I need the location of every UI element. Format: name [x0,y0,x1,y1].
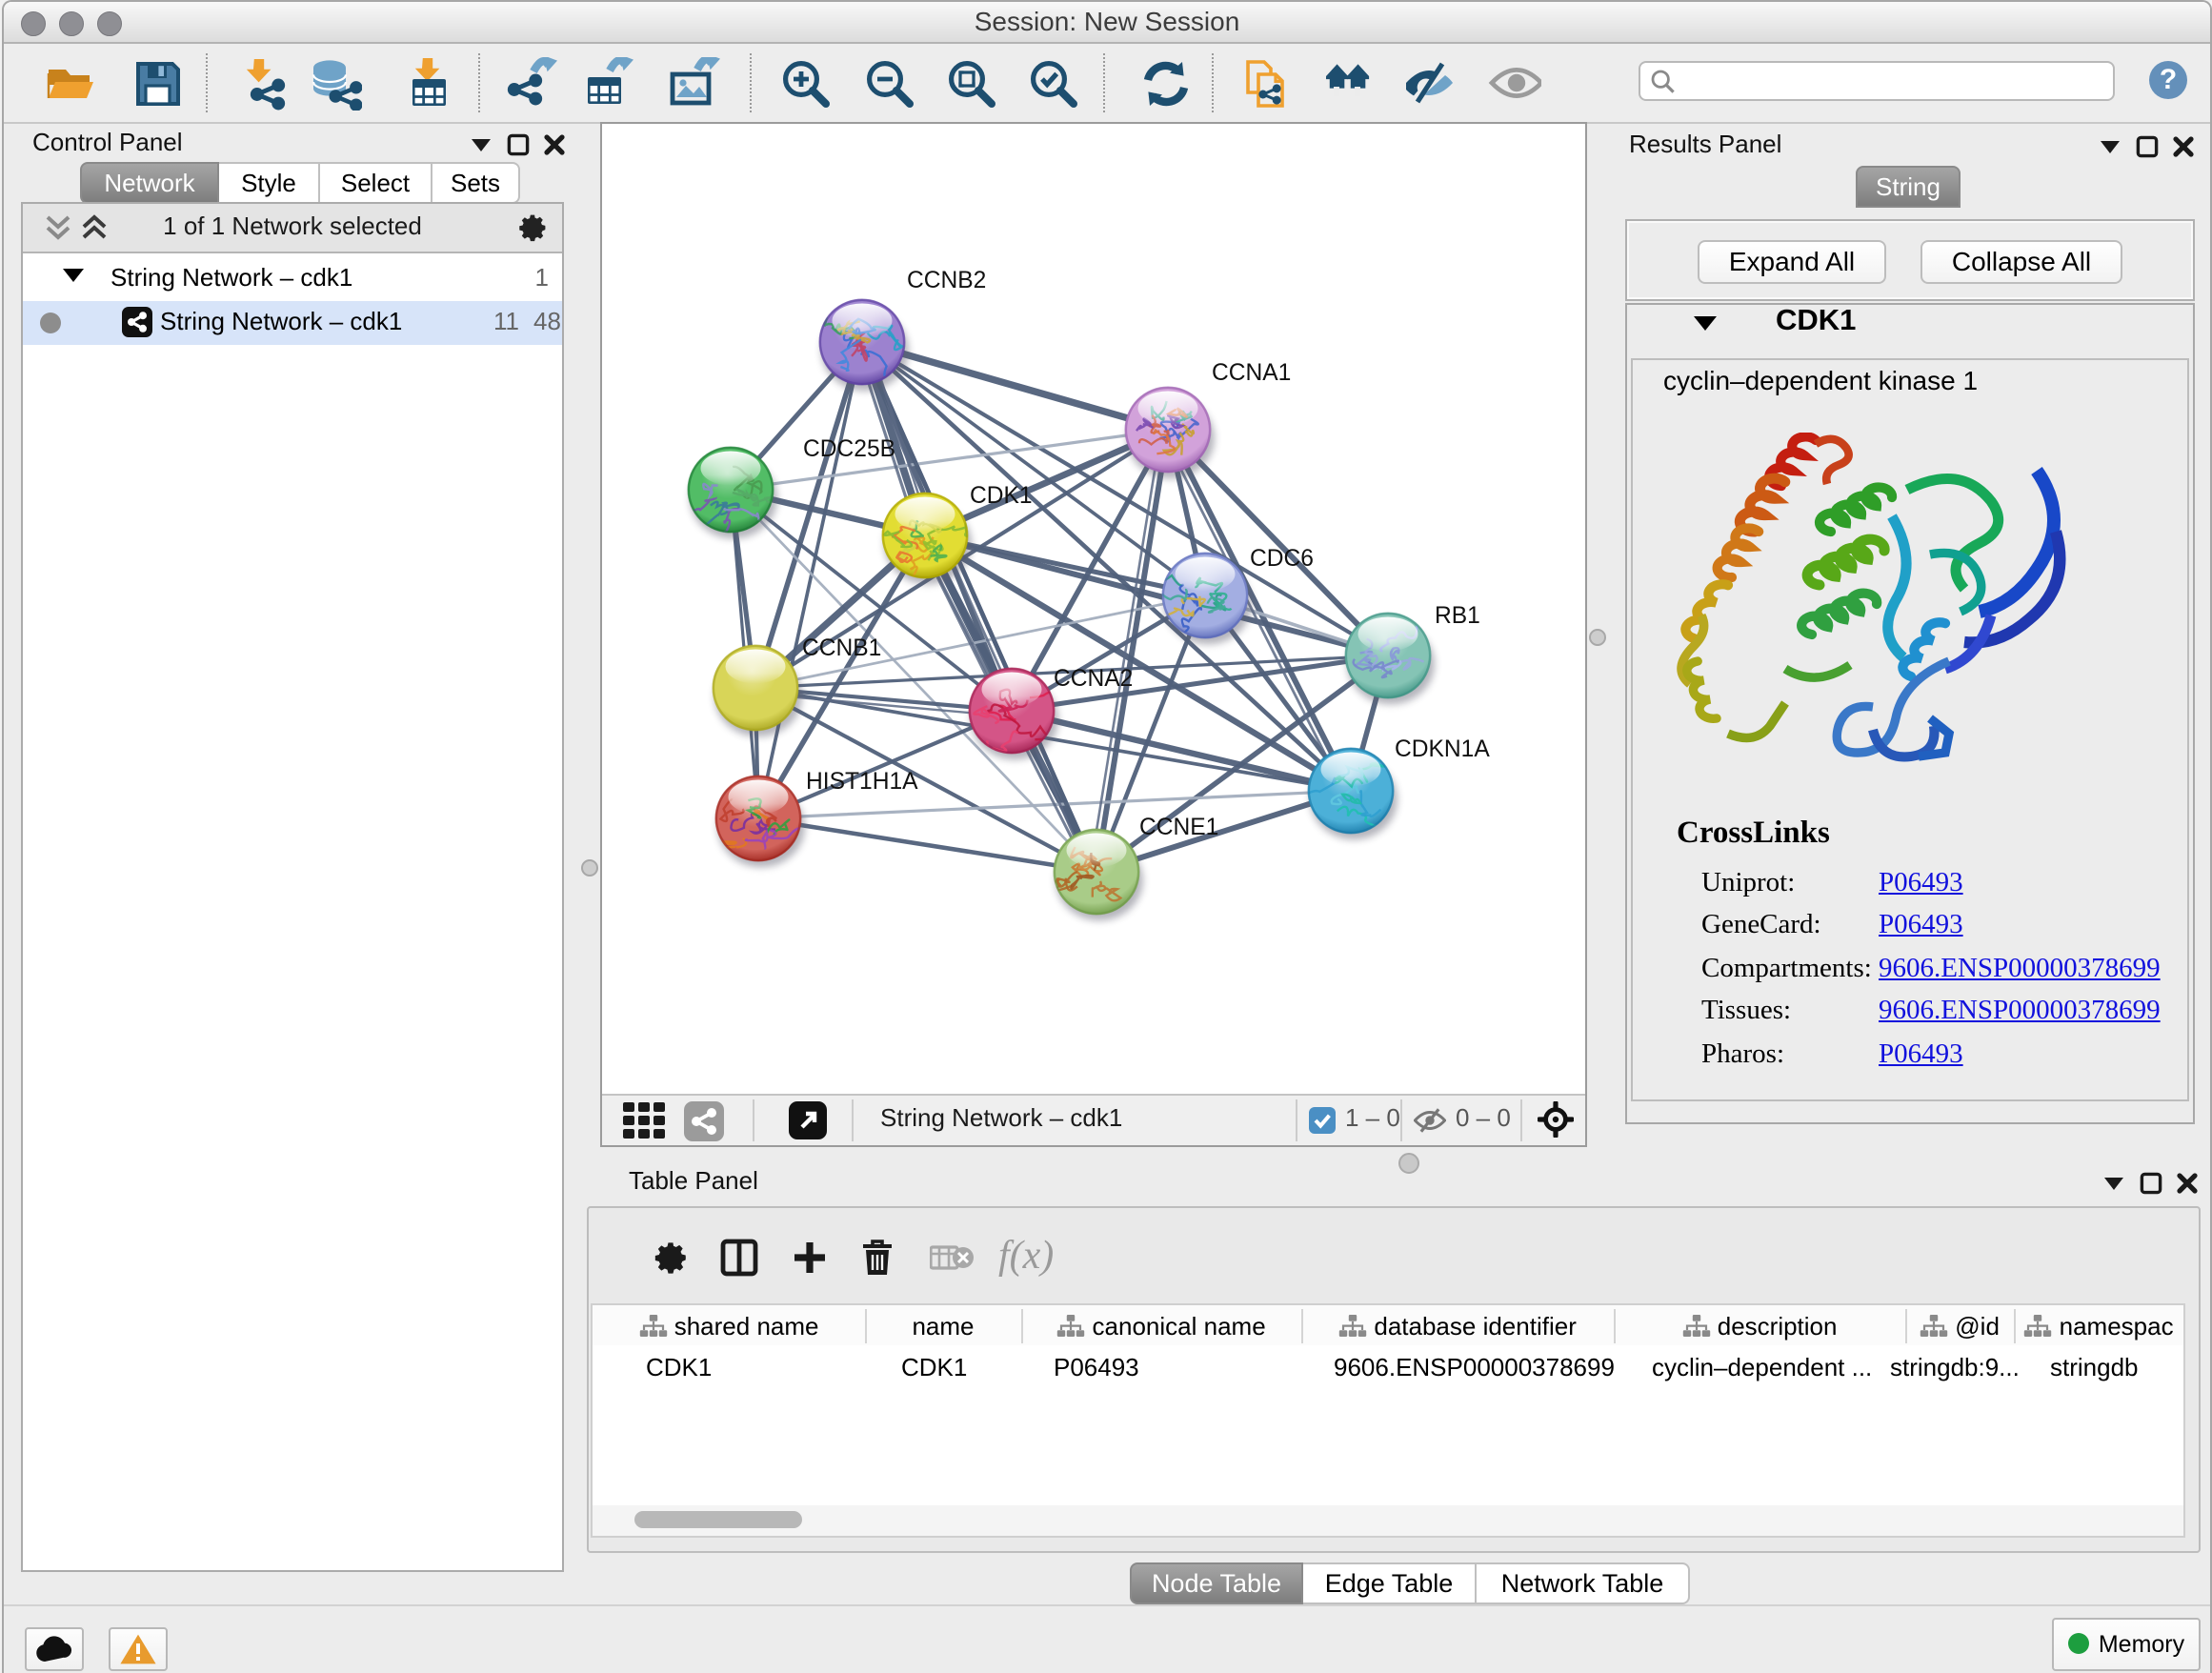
svg-text:CCNA1: CCNA1 [1212,360,1291,386]
svg-text:RB1: RB1 [1435,603,1480,629]
svg-text:CCNA2: CCNA2 [1054,666,1133,692]
svg-text:CCNB1: CCNB1 [802,635,881,661]
svg-text:CDK1: CDK1 [970,483,1033,509]
svg-text:HIST1H1A: HIST1H1A [806,769,918,795]
svg-text:CCNE1: CCNE1 [1139,815,1218,840]
svg-text:CDKN1A: CDKN1A [1395,736,1490,762]
svg-text:CDC6: CDC6 [1250,546,1314,572]
svg-text:CCNB2: CCNB2 [907,268,986,293]
svg-text:CDC25B: CDC25B [803,436,895,462]
